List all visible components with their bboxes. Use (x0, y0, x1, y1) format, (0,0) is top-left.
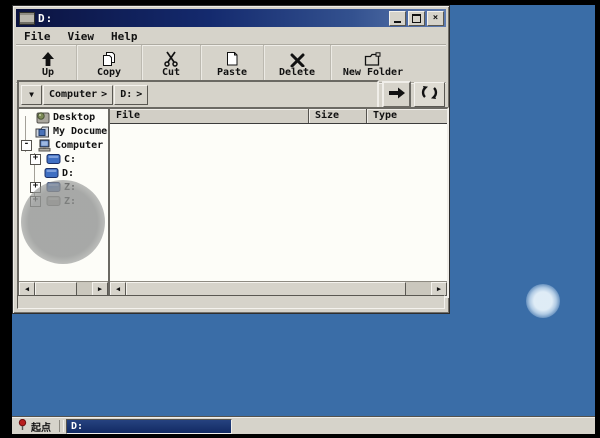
refresh-icon (420, 84, 439, 105)
new-folder-button[interactable]: New Folder (331, 45, 415, 82)
file-list-panel: File Size Type ◀ ▶ (108, 107, 449, 298)
minimize-icon (394, 21, 401, 23)
breadcrumb-computer[interactable]: Computer > (43, 85, 113, 105)
new-folder-icon (364, 50, 382, 67)
breadcrumb-label: D: (120, 89, 132, 100)
screen: D: × File View Help Up (0, 0, 600, 438)
desktop-icon (35, 111, 50, 124)
toolbar: Up Copy Cut (16, 44, 446, 83)
scissors-icon (163, 50, 179, 67)
chevron-down-icon: ▼ (29, 90, 34, 99)
paste-icon (224, 50, 240, 67)
cut-label: Cut (162, 68, 180, 78)
tree-item-label: Desktop (53, 112, 95, 123)
copy-label: Copy (97, 68, 121, 78)
close-button[interactable]: × (427, 11, 444, 26)
task-button-d[interactable]: D: (66, 419, 232, 434)
status-bar (17, 295, 445, 309)
breadcrumb-drive-d[interactable]: D: > (114, 85, 148, 105)
scrollbar-track[interactable] (406, 282, 431, 296)
up-button[interactable]: Up (20, 45, 77, 82)
expand-box[interactable]: + (30, 154, 41, 165)
address-bar: ▼ Computer > D: > (17, 82, 445, 107)
close-icon: × (433, 14, 438, 23)
drive-icon-blue (46, 153, 61, 166)
delete-button[interactable]: Delete (264, 45, 331, 82)
cursor-highlight (526, 284, 560, 318)
computer-icon (37, 139, 52, 152)
file-manager-window: D: × File View Help Up (12, 5, 450, 314)
start-logo-icon (18, 419, 27, 434)
tree-item-label: My Documents (53, 126, 108, 137)
tree-item-desktop[interactable]: Desktop (19, 110, 108, 124)
scroll-right-button[interactable]: ▶ (92, 282, 108, 296)
menubar: File View Help (17, 29, 445, 43)
tree-item-my-documents[interactable]: My Documents (19, 124, 108, 138)
maximize-button[interactable] (408, 11, 425, 26)
paste-button[interactable]: Paste (201, 45, 264, 82)
tree-item-computer[interactable]: - Computer (19, 138, 108, 152)
start-label: 起点 (31, 419, 51, 434)
touch-indicator-large (21, 180, 105, 264)
scroll-right-icon: ▶ (437, 285, 441, 293)
scrollbar-thumb[interactable] (35, 282, 77, 296)
file-list-header: File Size Type (110, 109, 447, 124)
start-button[interactable]: 起点 (14, 419, 57, 433)
tree-item-drive-c[interactable]: + C: (19, 152, 108, 166)
refresh-button[interactable] (414, 82, 445, 107)
up-label: Up (42, 68, 54, 78)
breadcrumb-chevron: > (101, 89, 107, 100)
cut-button[interactable]: Cut (142, 45, 201, 82)
collapse-box[interactable]: - (21, 140, 32, 151)
task-button-label: D: (71, 421, 83, 432)
scroll-left-icon: ◀ (25, 285, 29, 293)
scrollbar-track[interactable] (77, 282, 92, 296)
scroll-left-button[interactable]: ◀ (110, 282, 126, 296)
new-folder-label: New Folder (343, 68, 403, 78)
address-frame: ▼ Computer > D: > (17, 80, 379, 110)
paste-label: Paste (217, 68, 247, 78)
address-dropdown-button[interactable]: ▼ (21, 85, 42, 105)
up-arrow-icon (40, 50, 56, 67)
scroll-right-button[interactable]: ▶ (431, 282, 447, 296)
titlebar[interactable]: D: × (16, 9, 446, 27)
scroll-left-icon: ◀ (116, 285, 120, 293)
tree-item-label: C: (64, 154, 76, 165)
tree-item-drive-d[interactable]: D: (19, 166, 108, 180)
menu-view[interactable]: View (68, 30, 95, 43)
list-horizontal-scrollbar[interactable]: ◀ ▶ (110, 281, 447, 296)
go-button[interactable] (382, 81, 411, 108)
column-header-size[interactable]: Size (309, 109, 367, 123)
drive-icon-blue (44, 167, 59, 180)
breadcrumb-label: Computer (49, 89, 97, 100)
tree-item-label: Computer (55, 140, 103, 151)
address-input[interactable] (149, 86, 375, 104)
window-drive-icon (19, 12, 35, 25)
copy-icon (101, 50, 117, 67)
scrollbar-thumb[interactable] (126, 282, 406, 296)
menu-help[interactable]: Help (111, 30, 138, 43)
scroll-right-icon: ▶ (98, 285, 102, 293)
delete-label: Delete (279, 68, 315, 78)
breadcrumb-chevron: > (136, 89, 142, 100)
maximize-icon (412, 14, 421, 23)
window-title: D: (38, 12, 53, 25)
minimize-button[interactable] (389, 11, 406, 26)
taskbar: 起点 D: (12, 417, 595, 434)
column-header-type[interactable]: Type (367, 109, 447, 123)
copy-button[interactable]: Copy (77, 45, 142, 82)
column-header-file[interactable]: File (110, 109, 309, 123)
go-arrow-icon (388, 85, 406, 104)
scroll-left-button[interactable]: ◀ (19, 282, 35, 296)
tree-item-label: D: (62, 168, 74, 179)
taskbar-divider (59, 420, 64, 432)
documents-folder-icon (35, 125, 50, 138)
menu-file[interactable]: File (24, 30, 51, 43)
delete-x-icon (290, 50, 305, 67)
tree-horizontal-scrollbar[interactable]: ◀ ▶ (19, 281, 108, 296)
